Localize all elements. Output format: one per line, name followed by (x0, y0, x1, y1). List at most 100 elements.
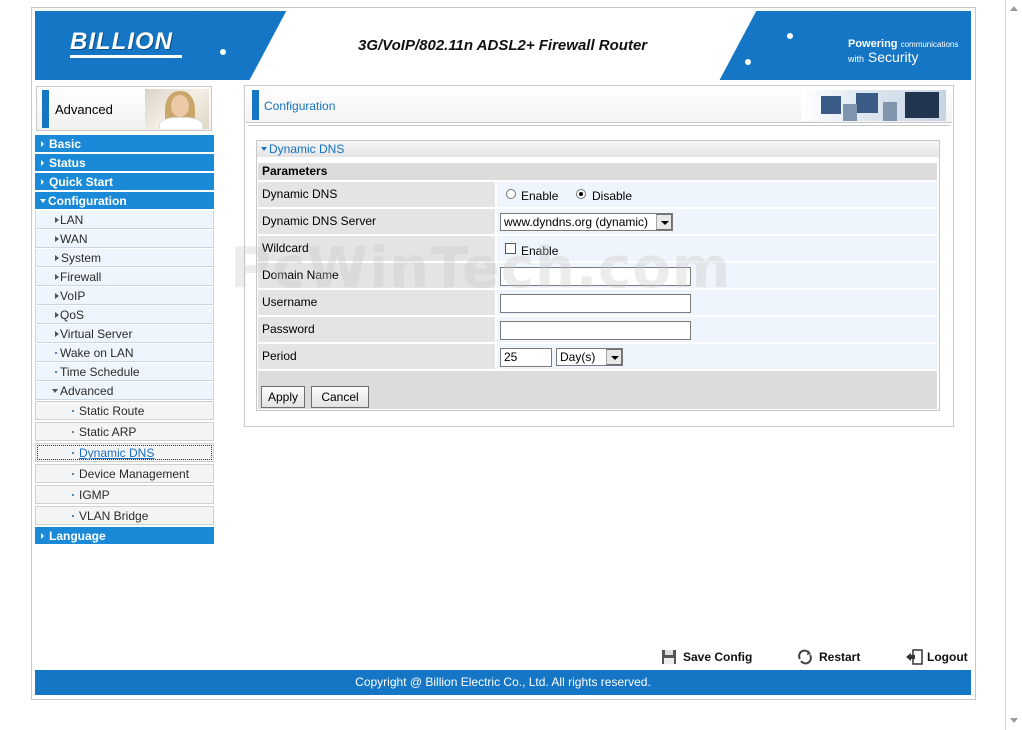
sidebar-item-label: QoS (60, 308, 85, 322)
period-unit-select[interactable]: Day(s) (556, 348, 623, 366)
sidebar-item-label: VLAN Bridge (79, 509, 149, 523)
sidebar-item-advanced[interactable]: Advanced (35, 382, 214, 400)
password-input[interactable] (500, 321, 691, 340)
sidebar-item-label: LAN (60, 213, 84, 227)
button-bar: Apply Cancel (258, 371, 937, 409)
sidebar-item-label: Configuration (48, 194, 127, 208)
sidebar-item-virtual-server[interactable]: Virtual Server (35, 325, 214, 343)
cancel-button[interactable]: Cancel (311, 386, 369, 408)
section-title: Dynamic DNS (257, 141, 939, 157)
bullet-icon (72, 452, 74, 454)
logout-label: Logout (927, 650, 968, 664)
ddns-enable-radio[interactable] (506, 189, 516, 199)
arrow-right-icon (55, 312, 59, 318)
sidebar-item-label: Basic (49, 137, 82, 151)
logo-underline (70, 55, 182, 58)
sidebar-item-label: VoIP (60, 289, 86, 303)
sidebar-item-label: Language (49, 529, 106, 543)
password-label: Password (258, 317, 495, 342)
bullet-icon (55, 352, 57, 354)
ddns-server-select[interactable]: www.dyndns.org (dynamic) (500, 213, 673, 231)
page-header: Configuration (246, 87, 952, 123)
row-wildcard: Wildcard Enable (258, 236, 937, 261)
password-value (497, 317, 937, 342)
row-ddns-server: Dynamic DNS Server www.dyndns.org (dynam… (258, 209, 937, 234)
banner-dot (787, 33, 793, 39)
sidebar-item-firewall[interactable]: Firewall (35, 268, 214, 286)
sidebar-item-static-arp[interactable]: Static ARP (35, 422, 214, 441)
sidebar-item-time-schedule[interactable]: Time Schedule (35, 363, 214, 381)
ddns-enable-label: Enable (521, 189, 559, 203)
sidebar-item-label: Firewall (60, 270, 102, 284)
billion-logo: BILLION (70, 28, 173, 55)
floppy-disk-icon (662, 650, 676, 664)
footer: Copyright @ Billion Electric Co., Ltd. A… (35, 670, 971, 695)
arrow-right-icon (55, 293, 59, 299)
tagline: Powering communications with Security (848, 38, 958, 65)
ddns-disable-label: Disable (592, 189, 633, 203)
sidebar-item-qos[interactable]: QoS (35, 306, 214, 324)
sidebar-item-configuration[interactable]: Configuration (35, 192, 214, 210)
bullet-icon (72, 473, 74, 475)
sidebar-item-voip[interactable]: VoIP (35, 287, 214, 305)
arrow-right-icon (55, 255, 59, 261)
sidebar-item-label: Status (49, 156, 86, 170)
woman-photo-icon (145, 89, 209, 129)
row-domain-name: Domain Name (258, 263, 937, 288)
username-input[interactable] (500, 294, 691, 313)
sidebar-item-static-route[interactable]: Static Route (35, 401, 214, 420)
row-dynamic-dns: Dynamic DNS Enable Disable (258, 182, 937, 207)
scroll-down-icon[interactable] (1007, 714, 1021, 728)
tagline-with: with (848, 54, 865, 65)
username-value (497, 290, 937, 315)
scroll-up-icon[interactable] (1007, 2, 1021, 16)
chevron-down-icon[interactable] (656, 214, 672, 230)
dynamic-dns-label: Dynamic DNS (258, 182, 495, 207)
ddns-server-value: www.dyndns.org (dynamic) (497, 209, 937, 234)
sidebar-item-dynamic-dns[interactable]: Dynamic DNS (35, 443, 214, 462)
sidebar-item-status[interactable]: Status (35, 154, 214, 172)
row-password: Password (258, 317, 937, 342)
arrow-down-icon (52, 389, 58, 393)
sidebar-item-system[interactable]: System (35, 249, 214, 267)
restart-label: Restart (819, 650, 861, 664)
ddns-server-selected: www.dyndns.org (dynamic) (504, 215, 649, 229)
dynamic-dns-value: Enable Disable (497, 182, 937, 207)
row-period: Period 25 Day(s) (258, 344, 937, 369)
period-label: Period (258, 344, 495, 369)
sidebar-item-language[interactable]: Language (35, 527, 214, 545)
page-title: Configuration (264, 99, 336, 113)
period-input[interactable]: 25 (500, 348, 552, 367)
wildcard-checkbox[interactable] (505, 243, 516, 254)
sidebar-item-device-management[interactable]: Device Management (35, 464, 214, 483)
router-title: 3G/VoIP/802.11n ADSL2+ Firewall Router (358, 37, 648, 54)
banner-dot (323, 19, 329, 25)
sidebar-item-basic[interactable]: Basic (35, 135, 214, 153)
sidebar-header: Advanced (36, 86, 212, 131)
ddns-disable-radio[interactable] (576, 189, 586, 199)
sidebar-item-lan[interactable]: LAN (35, 211, 214, 229)
save-config-label: Save Config (683, 650, 753, 664)
sidebar-item-wan[interactable]: WAN (35, 230, 214, 248)
page-header-bar (252, 90, 259, 120)
section-title-label: Dynamic DNS (269, 142, 345, 156)
bullet-icon (72, 431, 74, 433)
domain-name-input[interactable] (500, 267, 691, 286)
sidebar-item-vlan-bridge[interactable]: VLAN Bridge (35, 506, 214, 525)
sidebar-item-quick-start[interactable]: Quick Start (35, 173, 214, 191)
arrow-right-icon (55, 236, 59, 242)
username-label: Username (258, 290, 495, 315)
divider (248, 125, 950, 126)
sidebar-header-label: Advanced (55, 102, 113, 117)
arrow-down-icon (40, 199, 46, 203)
domain-name-label: Domain Name (258, 263, 495, 288)
sidebar-item-label: Dynamic DNS (79, 446, 155, 460)
arrow-down-icon (261, 147, 267, 151)
sidebar-item-wake-on-lan[interactable]: Wake on LAN (35, 344, 214, 362)
sidebar-item-label: Advanced (60, 384, 114, 398)
chevron-down-icon[interactable] (606, 349, 622, 365)
browser-scrollbar[interactable] (1005, 0, 1022, 730)
sidebar-item-igmp[interactable]: IGMP (35, 485, 214, 504)
domain-name-value (497, 263, 937, 288)
apply-button[interactable]: Apply (261, 386, 305, 408)
